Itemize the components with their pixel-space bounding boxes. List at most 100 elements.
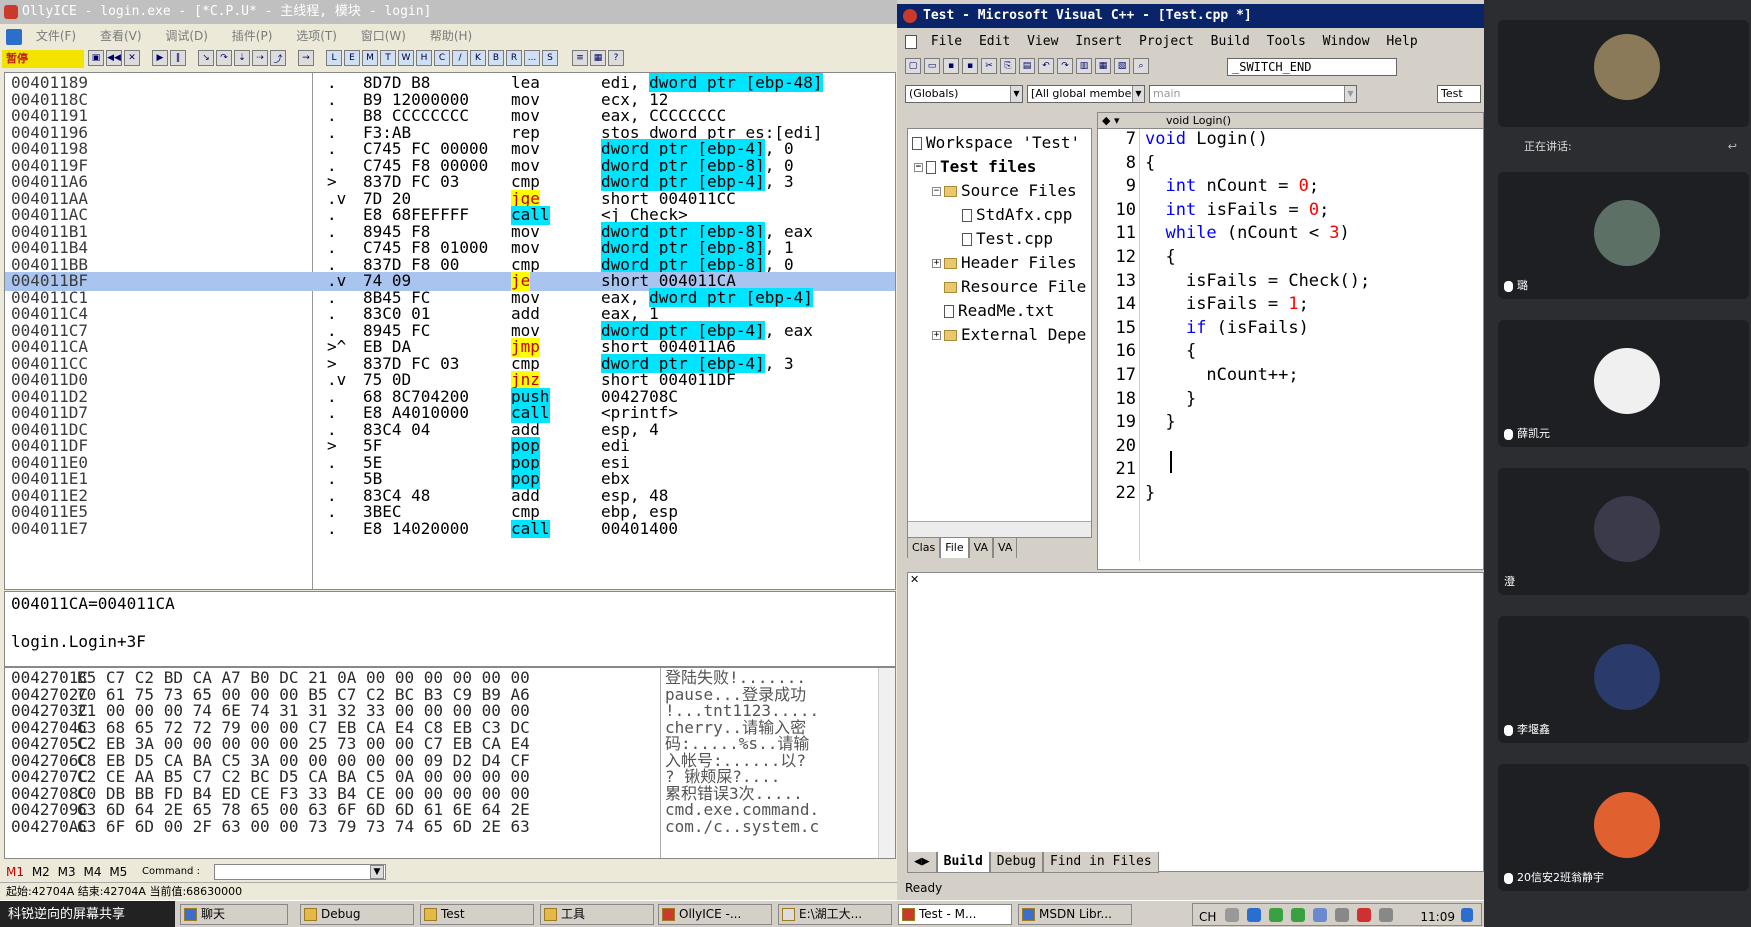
reply-icon[interactable]: ↩ [1728,132,1737,162]
task-chat[interactable]: 聊天 [180,904,288,925]
trace-over-icon[interactable]: ⇢ [252,50,268,66]
disasm-row[interactable]: 004011E7. E8 14020000 call 00401400 [5,519,895,538]
nav-arrows-icon[interactable]: ◀▶ [907,852,937,873]
function-name[interactable]: void Login() [1150,113,1231,129]
close-icon[interactable]: ✕ [910,573,919,586]
refresh-icon[interactable] [1291,908,1305,922]
menu-view[interactable]: 查看(V) [100,24,142,48]
list-icon[interactable]: ≡ [572,50,588,66]
code-line[interactable]: { [1145,247,1175,267]
monitor-icon[interactable] [1313,908,1327,922]
vc-menu-tools[interactable]: Tools [1267,30,1306,54]
task-debug[interactable]: Debug [300,904,414,925]
view-callstack-button[interactable]: K [470,50,486,66]
code-line[interactable]: { [1145,153,1155,173]
ime-indicator[interactable]: CH [1199,904,1216,927]
class-combo[interactable]: (Globals) ▼ [905,85,1023,103]
code-editor[interactable]: ◆ ▾ void Login() 7 8 9 10 11 12 13 14 15 16 17 18 19… [1097,112,1484,570]
windows-icon[interactable]: ▧ [1114,58,1130,74]
participant-tile[interactable]: 李堰鑫 [1498,616,1749,743]
menu-help[interactable]: 帮助(H) [430,24,472,48]
ollyice-system-icon[interactable] [6,28,22,45]
paste-icon[interactable]: ▤ [1019,58,1035,74]
menu-options[interactable]: 选项(T) [296,24,337,48]
workspace-scrollbar[interactable] [908,521,1091,537]
tree-source-files[interactable]: − Source Files [932,181,1077,201]
open-icon[interactable]: ▣ [88,50,104,66]
workspace-icon[interactable]: ▥ [1076,58,1092,74]
collapse-icon[interactable]: − [932,187,941,196]
dump-scrollbar[interactable] [878,668,895,858]
code-line[interactable]: while (nCount < 3) [1145,223,1349,243]
save-all-icon[interactable]: ▪ [962,58,978,74]
mark-m2[interactable]: M2 [32,865,50,879]
open-folder-icon[interactable]: ▭ [924,58,940,74]
document-icon[interactable] [905,34,917,49]
chevron-down-icon[interactable]: ▼ [370,865,384,879]
tree-header-files[interactable]: + Header Files [932,253,1077,273]
run-icon[interactable]: ▶ [152,50,168,66]
tab-va-2[interactable]: VA [993,538,1018,558]
find-in-files-icon[interactable]: ⌕ [1133,58,1149,74]
show-desktop-icon[interactable] [1461,908,1473,922]
undo-icon[interactable]: ↶ [1038,58,1054,74]
task-test[interactable]: Test [420,904,534,925]
task-vc[interactable]: Test - M... [898,904,1012,925]
view-source-button[interactable]: S [542,50,558,66]
code-line[interactable]: } [1145,412,1175,432]
code-line[interactable]: } [1145,483,1155,503]
view-log-button[interactable]: L [326,50,342,66]
menu-window[interactable]: 窗口(W) [361,24,406,48]
project-combo[interactable]: Test [1437,85,1481,103]
participant-tile[interactable]: 璐 [1498,172,1749,299]
ollyice-titlebar[interactable]: OllyICE - login.exe - [*C.P.U* - 主线程, 模块… [0,0,897,24]
copy-icon[interactable]: ⎘ [1000,58,1016,74]
participant-tile[interactable] [1498,20,1749,127]
trace-into-icon[interactable]: ⇣ [234,50,250,66]
close-icon[interactable]: ✕ [124,50,140,66]
redo-icon[interactable]: ↷ [1057,58,1073,74]
view-breakpoints-button[interactable]: B [488,50,504,66]
code-line[interactable]: int isFails = 0; [1145,200,1329,220]
code-line[interactable]: if (isFails) [1145,318,1309,338]
tree-file-stdafx[interactable]: StdAfx.cpp [962,205,1072,225]
participant-tile[interactable]: 薛凯元 [1498,320,1749,447]
memory-dump-pane[interactable]: 0042701C B5 C7 C2 BD CA A7 B0 DC 21 0A 00… [4,667,896,859]
code-line[interactable]: } [1145,389,1196,409]
view-windows-button[interactable]: W [398,50,414,66]
chevron-down-icon[interactable]: ▼ [1344,86,1356,102]
menu-file[interactable]: 文件(F) [36,24,76,48]
tree-readme[interactable]: ReadMe.txt [944,301,1054,321]
code-line[interactable]: isFails = Check(); [1145,271,1370,291]
view-handles-button[interactable]: H [416,50,432,66]
view-threads-button[interactable]: T [380,50,396,66]
menu-debug[interactable]: 调试(D) [165,24,208,48]
tab-va-1[interactable]: VA [968,538,993,558]
task-ollyice[interactable]: OllyICE -... [658,904,772,925]
command-input[interactable] [214,864,386,880]
code-line[interactable]: nCount++; [1145,365,1298,385]
vc-menu-project[interactable]: Project [1139,30,1194,54]
vc-menu-edit[interactable]: Edit [979,30,1010,54]
volume-icon[interactable] [1335,908,1349,922]
view-executables-button[interactable]: E [344,50,360,66]
vc-titlebar[interactable]: Test - Microsoft Visual C++ - [Test.cpp … [897,4,1484,28]
expand-icon[interactable]: + [932,331,941,340]
mark-m4[interactable]: M4 [83,865,101,879]
tab-build[interactable]: Build [936,852,990,873]
keyboard-icon[interactable] [1225,908,1239,922]
nav-arrow-icon[interactable]: ◆ ▾ [1102,113,1119,129]
output-icon[interactable]: ▦ [1095,58,1111,74]
vc-menu-build[interactable]: Build [1211,30,1250,54]
participant-tile[interactable]: 澄 [1498,468,1749,595]
vc-menu-insert[interactable]: Insert [1075,30,1122,54]
new-file-icon[interactable]: ▢ [905,58,921,74]
code-line[interactable]: void Login() [1145,129,1268,149]
menu-plugins[interactable]: 插件(P) [232,24,273,48]
mark-m1[interactable]: M1 [6,865,24,879]
tab-classview[interactable]: Clas [907,538,941,558]
grid-icon[interactable]: ▦ [590,50,606,66]
tree-workspace[interactable]: Workspace 'Test' [912,133,1080,153]
rewind-icon[interactable]: ◀◀ [106,50,122,66]
tree-file-test[interactable]: Test.cpp [962,229,1053,249]
